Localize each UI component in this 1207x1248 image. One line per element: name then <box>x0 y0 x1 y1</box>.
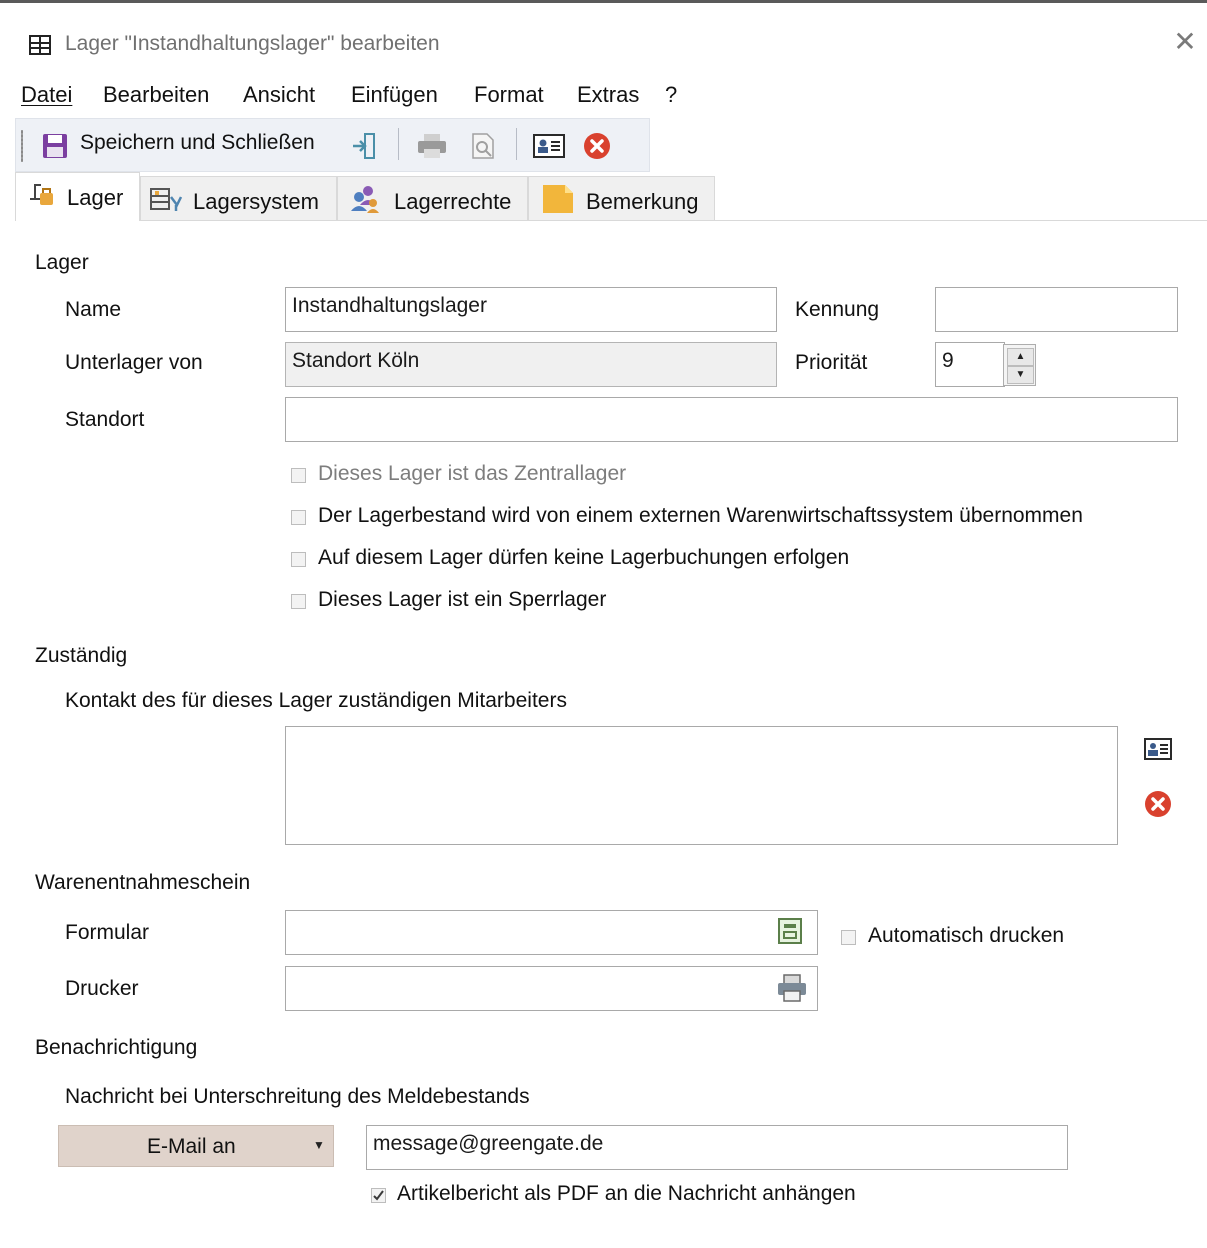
contact-card-icon[interactable] <box>532 133 566 159</box>
menu-ansicht[interactable]: Ansicht <box>243 82 315 108</box>
tab-lagerrechte[interactable]: Lagerrechte <box>337 176 528 220</box>
menu-datei[interactable]: Datei <box>21 82 72 108</box>
menu-format[interactable]: Format <box>474 82 544 108</box>
attach-pdf-label: Artikelbericht als PDF an die Nachricht … <box>397 1182 856 1205</box>
checkbox-auto-print[interactable] <box>841 930 856 945</box>
tab-bemerkung[interactable]: Bemerkung <box>528 176 715 220</box>
print-preview-icon[interactable] <box>468 131 498 161</box>
tab-label: Lager <box>67 185 124 210</box>
section-title-zustaendig: Zuständig <box>35 644 128 667</box>
prioritaet-label: Priorität <box>795 351 868 374</box>
chevron-down-icon: ▼ <box>313 1138 325 1152</box>
note-icon <box>541 183 575 215</box>
window-top-border <box>0 0 1207 3</box>
standort-label: Standort <box>65 408 145 431</box>
dropdown-value: E-Mail an <box>147 1135 236 1158</box>
checkbox-sperrlager[interactable] <box>291 594 306 609</box>
prioritaet-input[interactable]: 9 <box>935 342 1005 387</box>
cancel-icon[interactable] <box>582 131 612 161</box>
prioritaet-spinner[interactable]: ▲ ▼ <box>1003 344 1036 386</box>
menu-bar: Datei Bearbeiten Ansicht Einfügen Format… <box>0 78 1207 114</box>
name-label: Name <box>65 298 122 321</box>
exit-icon[interactable] <box>350 131 378 161</box>
checkbox-attach-pdf[interactable] <box>371 1188 386 1203</box>
menu-einfuegen[interactable]: Einfügen <box>351 82 438 108</box>
checkbox-label: Auf diesem Lager dürfen keine Lagerbuchu… <box>318 546 850 569</box>
tab-lagersystem[interactable]: Lagersystem <box>140 176 337 220</box>
warehouse-app-icon <box>28 33 52 57</box>
kennung-input[interactable] <box>935 287 1178 332</box>
spin-up-icon[interactable]: ▲ <box>1007 348 1034 366</box>
checkbox-keine-buchungen[interactable] <box>291 552 306 567</box>
remove-contact-icon[interactable] <box>1143 789 1173 819</box>
standort-input[interactable] <box>285 397 1178 442</box>
menu-bearbeiten[interactable]: Bearbeiten <box>103 82 209 108</box>
checkbox-label: Dieses Lager ist das Zentrallager <box>318 462 627 485</box>
drucker-input[interactable] <box>285 966 818 1011</box>
unterlager-label: Unterlager von <box>65 351 203 374</box>
checkbox-label: Der Lagerbestand wird von einem externen… <box>318 504 1083 527</box>
tab-label: Bemerkung <box>586 189 699 214</box>
menu-help[interactable]: ? <box>665 82 677 108</box>
toolbar-separator <box>398 128 399 160</box>
formular-input[interactable] <box>285 910 818 955</box>
formular-label: Formular <box>65 921 150 944</box>
section-title-lager: Lager <box>35 251 89 274</box>
warehouse-system-icon <box>149 185 183 213</box>
close-icon[interactable]: ✕ <box>1171 28 1199 56</box>
checkbox-extern[interactable] <box>291 510 306 525</box>
tab-strip-line <box>15 220 1207 221</box>
checkbox-label: Dieses Lager ist ein Sperrlager <box>318 588 607 611</box>
toolbar-separator <box>516 128 517 160</box>
tab-label: Lagersystem <box>193 189 319 214</box>
benachrichtigung-description: Nachricht bei Unterschreitung des Meldeb… <box>65 1085 530 1108</box>
window-title: Lager "Instandhaltungslager" bearbeiten <box>65 32 440 55</box>
print-icon[interactable] <box>415 131 449 161</box>
spin-down-icon[interactable]: ▼ <box>1007 366 1034 384</box>
form-picker-icon[interactable] <box>776 917 804 945</box>
zustaendig-description: Kontakt des für dieses Lager zuständigen… <box>65 689 567 712</box>
kennung-label: Kennung <box>795 298 880 321</box>
save-close-button[interactable]: Speichern und Schließen <box>80 131 315 155</box>
auto-print-label: Automatisch drucken <box>868 924 1065 947</box>
save-icon <box>40 131 70 161</box>
contact-card-icon[interactable] <box>1143 737 1173 761</box>
checkbox-zentrallager[interactable] <box>291 468 306 483</box>
section-title-warenentnahme: Warenentnahmeschein <box>35 871 251 894</box>
warehouse-icon <box>26 179 56 209</box>
tab-lager[interactable]: Lager <box>15 172 140 221</box>
users-rights-icon <box>348 183 382 213</box>
tab-label: Lagerrechte <box>394 189 512 214</box>
unterlager-field: Standort Köln <box>285 342 777 387</box>
contact-field[interactable] <box>285 726 1118 845</box>
toolbar-grip[interactable] <box>21 130 23 162</box>
drucker-label: Drucker <box>65 977 139 1000</box>
menu-extras[interactable]: Extras <box>577 82 639 108</box>
notification-mode-dropdown[interactable]: E-Mail an ▼ <box>58 1125 334 1167</box>
printer-picker-icon[interactable] <box>776 972 808 1004</box>
email-input[interactable]: message@greengate.de <box>366 1125 1068 1170</box>
section-title-benachrichtigung: Benachrichtigung <box>35 1036 198 1059</box>
name-input[interactable]: Instandhaltungslager <box>285 287 777 332</box>
